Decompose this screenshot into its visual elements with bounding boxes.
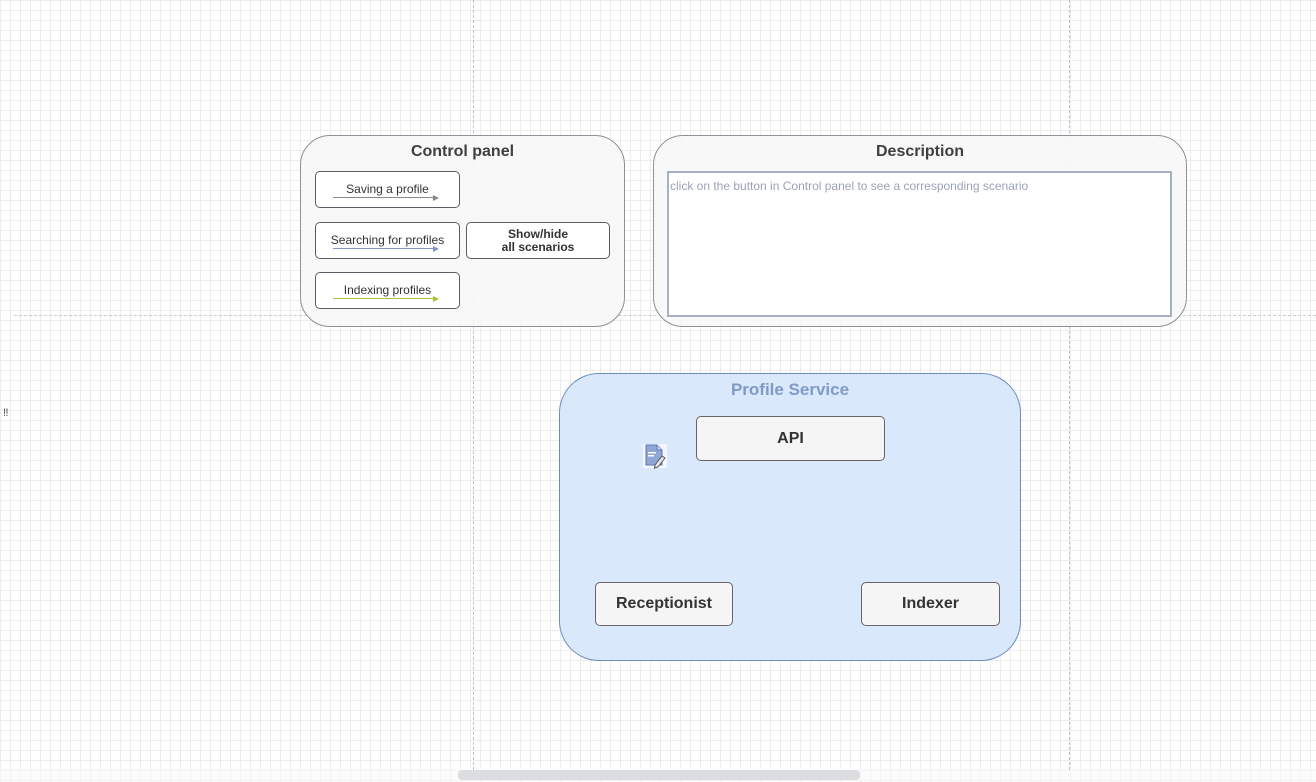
saving-profile-button[interactable]: Saving a profile <box>315 171 460 208</box>
button-label: Searching for profiles <box>330 233 445 247</box>
receptionist-node-label: Receptionist <box>615 595 712 612</box>
indexing-profiles-button[interactable]: Indexing profiles <box>315 272 460 309</box>
searching-profiles-button[interactable]: Searching for profiles <box>315 222 460 259</box>
page-guide-vertical <box>473 0 474 770</box>
show-hide-scenarios-button[interactable]: Show/hide all scenarios <box>466 222 610 259</box>
show-hide-label-line2: all scenarios <box>501 240 575 254</box>
scenario-arrow-icon <box>333 246 439 252</box>
description-text-box: click on the button in Control panel to … <box>667 171 1172 317</box>
scenario-arrow-icon <box>333 296 439 302</box>
profile-service-title: Profile Service <box>730 380 850 399</box>
indexer-node-label: Indexer <box>902 595 959 612</box>
api-node-label: API <box>777 429 804 447</box>
description-title: Description <box>875 143 964 160</box>
scenario-arrow-icon <box>333 195 439 201</box>
control-panel-title: Control panel <box>410 143 515 160</box>
page-guide-vertical <box>1069 0 1070 770</box>
horizontal-scrollbar[interactable] <box>458 770 860 780</box>
receptionist-node[interactable]: Receptionist <box>595 582 733 626</box>
document-edit-icon[interactable] <box>641 442 669 470</box>
api-node[interactable]: API <box>696 416 885 461</box>
page-edge-marker: ‼ <box>3 407 9 419</box>
indexer-node[interactable]: Indexer <box>861 582 1000 626</box>
button-label: Saving a profile <box>346 182 429 196</box>
description-text: click on the button in Control panel to … <box>670 179 1029 193</box>
button-label: Indexing profiles <box>343 283 432 297</box>
